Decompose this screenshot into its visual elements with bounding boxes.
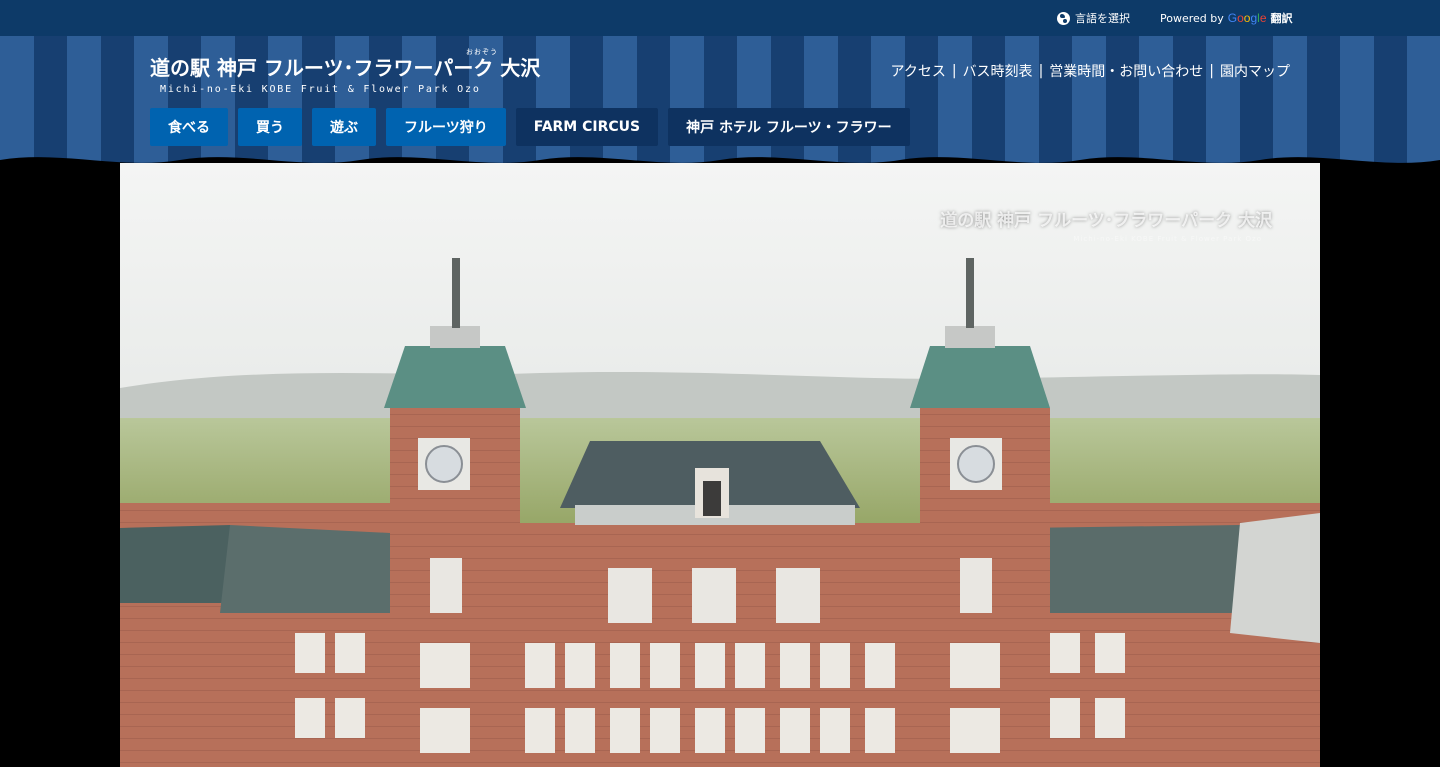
- powered-by-text: Powered by: [1160, 11, 1224, 25]
- language-select-label: 言語を選択: [1075, 12, 1130, 25]
- nav-button-hotel[interactable]: 神戸 ホテル フルーツ・フラワー: [668, 108, 910, 146]
- hero-video[interactable]: 道の駅 神戸 フルーツ･フラワーパーク 大沢 Michi-no-Eki KOBE…: [120, 163, 1320, 767]
- utility-bar: 言語を選択 Powered by Google 翻訳: [0, 0, 1440, 36]
- globe-icon: [1057, 11, 1070, 25]
- top-nav: アクセス | バス時刻表 | 営業時間・お問い合わせ | 園内マップ: [891, 61, 1290, 81]
- nav-button-play[interactable]: 遊ぶ: [312, 108, 376, 146]
- site-header: おおぞう 道の駅 神戸 フルーツ･フラワーパーク 大沢 Michi-no-Eki…: [0, 36, 1440, 170]
- hero-image: [120, 163, 1320, 767]
- separator: |: [951, 63, 957, 79]
- nav-button-eat[interactable]: 食べる: [150, 108, 228, 146]
- top-link-bus[interactable]: バス時刻表: [963, 61, 1033, 81]
- nav-button-buy[interactable]: 買う: [238, 108, 302, 146]
- separator: |: [1038, 63, 1044, 79]
- site-logo[interactable]: おおぞう 道の駅 神戸 フルーツ･フラワーパーク 大沢 Michi-no-Eki…: [150, 48, 540, 95]
- translate-link[interactable]: 翻訳: [1271, 10, 1293, 26]
- top-link-access[interactable]: アクセス: [891, 61, 946, 81]
- nav-button-fruit-picking[interactable]: フルーツ狩り: [386, 108, 506, 146]
- main-nav: 食べる 買う 遊ぶ フルーツ狩り FARM CIRCUS 神戸 ホテル フルーツ…: [150, 108, 920, 146]
- top-link-map[interactable]: 園内マップ: [1220, 61, 1290, 81]
- hero-watermark: 道の駅 神戸 フルーツ･フラワーパーク 大沢: [940, 211, 1272, 231]
- logo-subtitle: Michi-no-Eki KOBE Fruit & Flower Park Oz…: [160, 84, 481, 95]
- logo-ruby: おおぞう: [466, 48, 498, 56]
- hero-watermark-subtitle: Michi-no-Eki KOBE Fruit & Flower Park Oz…: [1073, 235, 1262, 243]
- separator: |: [1209, 63, 1214, 79]
- google-logo: Google: [1227, 11, 1267, 25]
- top-link-hours[interactable]: 営業時間・お問い合わせ: [1049, 61, 1203, 81]
- language-select[interactable]: 言語を選択: [1057, 9, 1130, 27]
- powered-by-google-translate: Powered by Google 翻訳: [1160, 9, 1293, 27]
- nav-button-farm-circus[interactable]: FARM CIRCUS: [515, 108, 659, 146]
